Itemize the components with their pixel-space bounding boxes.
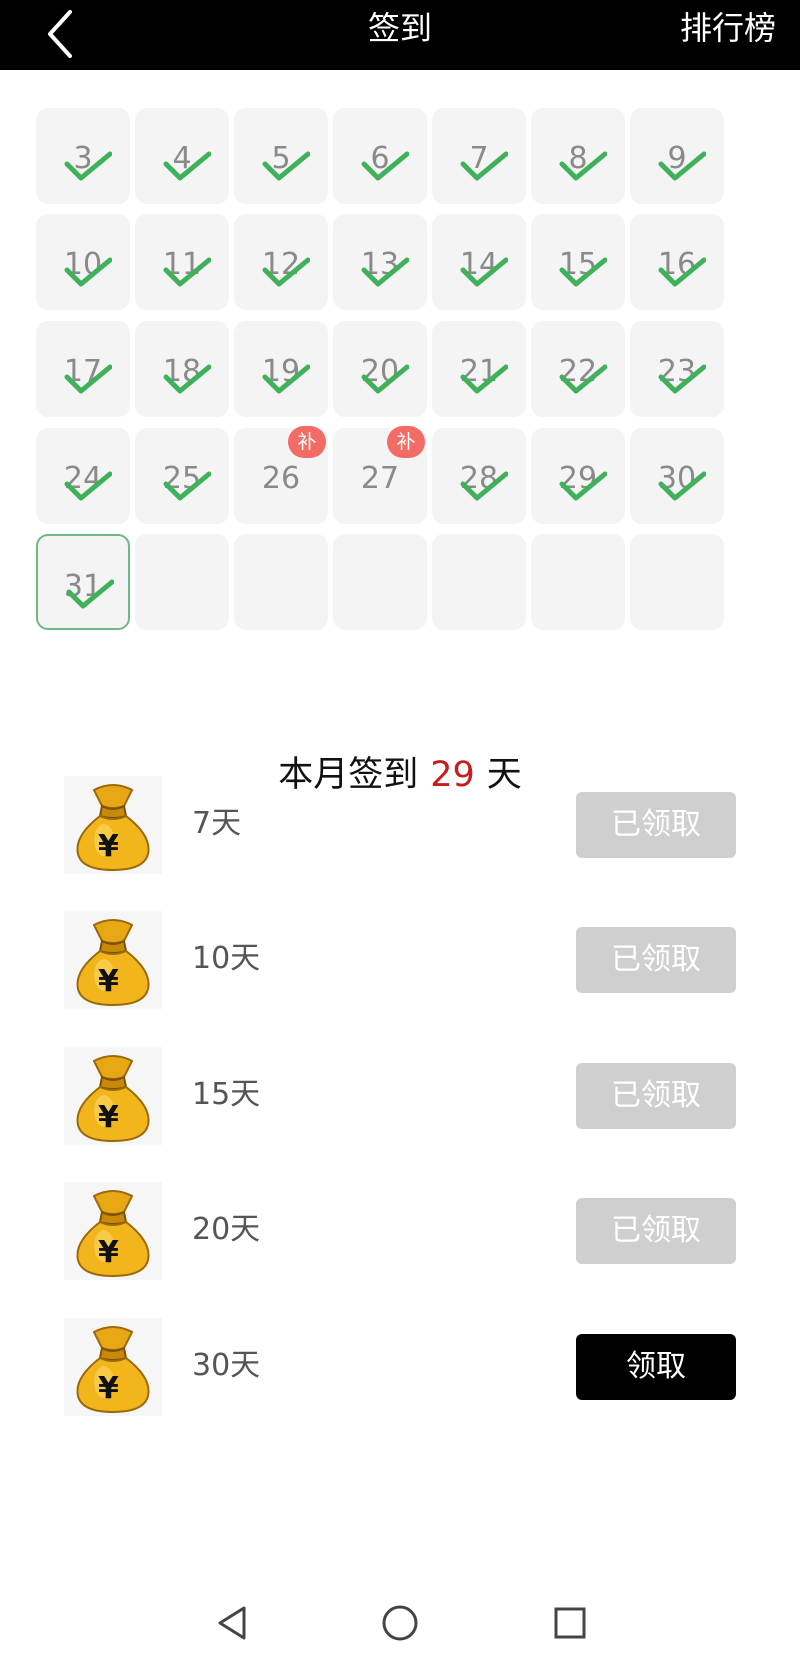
checkmark-icon (163, 151, 211, 181)
reward-days-label: 7天 (192, 806, 242, 841)
money-bag-icon: ¥ (64, 1047, 162, 1145)
calendar-day-18[interactable]: 18 (135, 321, 229, 417)
checkmark-icon (559, 257, 607, 287)
reward-row: ¥30天 领取 (64, 1318, 736, 1418)
calendar-day-15[interactable]: 15 (531, 214, 625, 310)
svg-text:¥: ¥ (98, 964, 119, 999)
svg-text:¥: ¥ (98, 1235, 119, 1270)
calendar-day-25[interactable]: 25 (135, 428, 229, 524)
reward-row: ¥20天 已领取 (64, 1182, 736, 1282)
calendar-day-19[interactable]: 19 (234, 321, 328, 417)
calendar-empty-cell (531, 534, 625, 630)
top-bar: 签到 排行榜 (0, 0, 800, 70)
day-number: 26 (261, 461, 301, 496)
checkmark-icon (262, 364, 310, 394)
calendar-day-27[interactable]: 27 补 (333, 426, 427, 524)
calendar-day-12[interactable]: 12 (234, 214, 328, 310)
reward-days-label: 10天 (192, 941, 261, 976)
checkmark-icon (559, 151, 607, 181)
claimed-button[interactable]: 已领取 (576, 927, 736, 993)
calendar-day-3[interactable]: 3 (36, 108, 130, 204)
claimed-button[interactable]: 已领取 (576, 792, 736, 858)
square-recent-icon[interactable] (550, 1580, 590, 1666)
calendar-day-17[interactable]: 17 (36, 321, 130, 417)
makeup-badge: 补 (288, 426, 326, 458)
leaderboard-link[interactable]: 排行榜 (680, 0, 776, 56)
calendar-day-26[interactable]: 26 补 (234, 426, 328, 524)
checkmark-icon (460, 364, 508, 394)
calendar-day-28[interactable]: 28 (432, 428, 526, 524)
money-bag-icon: ¥ (64, 1182, 162, 1280)
calendar-day-14[interactable]: 14 (432, 214, 526, 310)
reward-days-label: 20天 (192, 1212, 261, 1247)
checkmark-icon (66, 579, 114, 609)
money-bag-icon: ¥ (64, 911, 162, 1009)
checkmark-icon (361, 257, 409, 287)
makeup-badge: 补 (387, 426, 425, 458)
calendar-day-11[interactable]: 11 (135, 214, 229, 310)
checkmark-icon (163, 364, 211, 394)
calendar-day-9[interactable]: 9 (630, 108, 724, 204)
calendar-day-13[interactable]: 13 (333, 214, 427, 310)
checkmark-icon (361, 151, 409, 181)
triangle-back-icon[interactable] (212, 1580, 252, 1666)
checkmark-icon (361, 364, 409, 394)
checkmark-icon (658, 257, 706, 287)
calendar-day-24[interactable]: 24 (36, 428, 130, 524)
checkmark-icon (262, 257, 310, 287)
svg-text:¥: ¥ (98, 829, 119, 864)
claimed-button[interactable]: 已领取 (576, 1198, 736, 1264)
system-nav-bar (0, 1580, 800, 1667)
calendar-day-10[interactable]: 10 (36, 214, 130, 310)
calendar-empty-cell (135, 534, 229, 630)
calendar-day-16[interactable]: 16 (630, 214, 724, 310)
calendar-day-4[interactable]: 4 (135, 108, 229, 204)
calendar-empty-cell (630, 534, 724, 630)
calendar-day-20[interactable]: 20 (333, 321, 427, 417)
checkmark-icon (658, 151, 706, 181)
reward-days-label: 30天 (192, 1348, 261, 1383)
claimed-button[interactable]: 已领取 (576, 1063, 736, 1129)
calendar-day-23[interactable]: 23 (630, 321, 724, 417)
svg-text:¥: ¥ (98, 1100, 119, 1135)
calendar-day-30[interactable]: 30 (630, 428, 724, 524)
circle-home-icon[interactable] (380, 1580, 420, 1666)
calendar-day-7[interactable]: 7 (432, 108, 526, 204)
checkmark-icon (163, 257, 211, 287)
checkmark-icon (658, 471, 706, 501)
checkmark-icon (460, 151, 508, 181)
calendar-empty-cell (333, 534, 427, 630)
checkmark-icon (64, 257, 112, 287)
calendar-day-21[interactable]: 21 (432, 321, 526, 417)
checkmark-icon (163, 471, 211, 501)
checkmark-icon (559, 471, 607, 501)
calendar-day-8[interactable]: 8 (531, 108, 625, 204)
reward-row: ¥10天 已领取 (64, 911, 736, 1011)
calendar-empty-cell (432, 534, 526, 630)
checkmark-icon (262, 151, 310, 181)
checkmark-icon (64, 151, 112, 181)
calendar-day-5[interactable]: 5 (234, 108, 328, 204)
day-number: 27 (360, 461, 400, 496)
claim-button[interactable]: 领取 (576, 1334, 736, 1400)
svg-text:¥: ¥ (98, 1371, 119, 1406)
calendar-day-31[interactable]: 31 (36, 534, 130, 630)
calendar-day-6[interactable]: 6 (333, 108, 427, 204)
reward-row: ¥15天 已领取 (64, 1047, 736, 1147)
checkmark-icon (64, 471, 112, 501)
checkmark-icon (658, 364, 706, 394)
calendar-day-29[interactable]: 29 (531, 428, 625, 524)
reward-row: ¥7天 已领取 (64, 776, 736, 876)
calendar-day-22[interactable]: 22 (531, 321, 625, 417)
reward-days-label: 15天 (192, 1077, 261, 1112)
checkmark-icon (64, 364, 112, 394)
checkmark-icon (559, 364, 607, 394)
money-bag-icon: ¥ (64, 776, 162, 874)
calendar-grid: 3 4 5 6 7 8 9 10 11 12 13 14 15 16 17 18 19 20 21 22 23 24 25 2… (36, 0, 766, 680)
checkmark-icon (460, 257, 508, 287)
checkmark-icon (460, 471, 508, 501)
calendar-empty-cell (234, 534, 328, 630)
money-bag-icon: ¥ (64, 1318, 162, 1416)
